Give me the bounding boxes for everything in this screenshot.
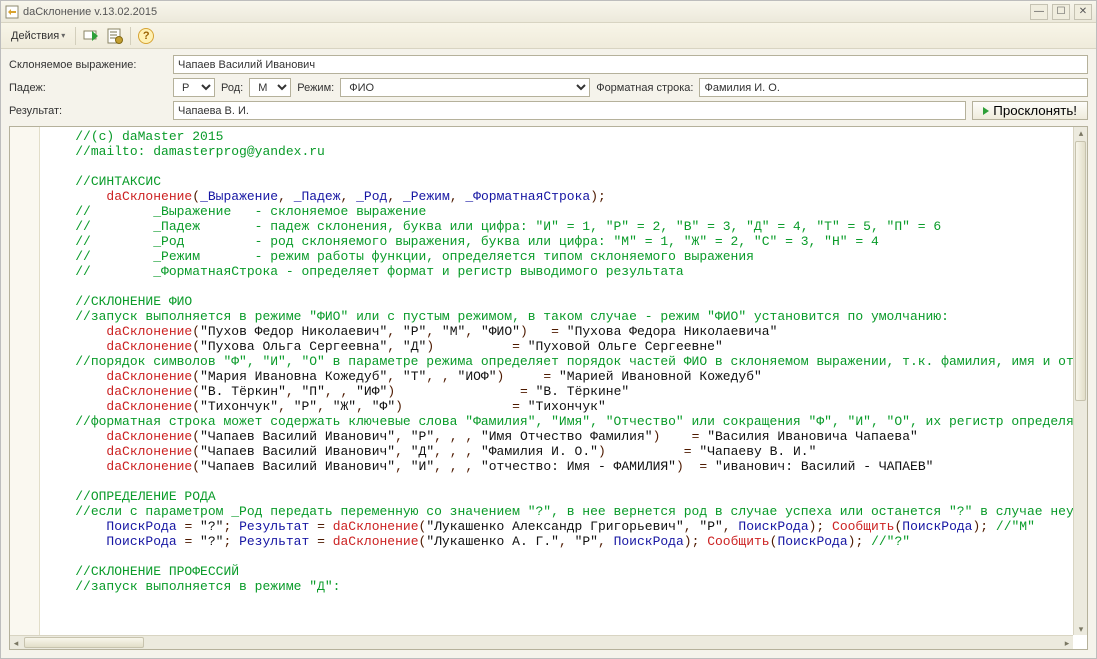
actions-menu[interactable]: Действия ▾	[7, 28, 69, 44]
window-title: daСклонение v.13.02.2015	[23, 6, 1030, 18]
padezh-label: Падеж:	[9, 82, 167, 94]
toolbar: Действия ▾ ?	[1, 23, 1096, 49]
scroll-down-icon[interactable]: ▾	[1075, 623, 1087, 635]
result-output[interactable]	[173, 101, 966, 120]
scroll-left-icon[interactable]: ◂	[10, 637, 22, 649]
editor-gutter	[10, 127, 40, 635]
minimize-button[interactable]: ―	[1030, 4, 1048, 20]
toolbar-separator-2	[130, 27, 131, 45]
rod-select[interactable]: М	[249, 78, 291, 97]
horizontal-scroll-thumb[interactable]	[24, 637, 144, 648]
code-editor[interactable]: //(c) daMaster 2015 //mailto: damasterpr…	[9, 126, 1088, 650]
help-icon: ?	[138, 28, 154, 44]
rezhim-label: Режим:	[297, 82, 334, 94]
expr-input[interactable]	[173, 55, 1088, 74]
actions-menu-label: Действия	[11, 30, 59, 42]
rezhim-select[interactable]: ФИО	[340, 78, 590, 97]
text-tool-button[interactable]	[106, 27, 124, 45]
chevron-down-icon: ▾	[61, 31, 65, 40]
toolbar-separator	[75, 27, 76, 45]
play-icon	[983, 107, 989, 115]
titlebar: daСклонение v.13.02.2015 ― ☐ ✕	[1, 1, 1096, 23]
window-controls: ― ☐ ✕	[1030, 4, 1092, 20]
horizontal-scrollbar[interactable]: ◂ ▸	[10, 635, 1073, 649]
code-content[interactable]: //(c) daMaster 2015 //mailto: damasterpr…	[40, 127, 1073, 635]
run-button[interactable]: Просклонять!	[972, 101, 1088, 120]
run-button-label: Просклонять!	[993, 103, 1077, 118]
app-window: daСклонение v.13.02.2015 ― ☐ ✕ Действия …	[0, 0, 1097, 659]
help-button[interactable]: ?	[137, 27, 155, 45]
form-area: Склоняемое выражение: Падеж: Р Род: М Ре…	[1, 49, 1096, 126]
vertical-scroll-thumb[interactable]	[1075, 141, 1086, 401]
vertical-scrollbar[interactable]: ▴ ▾	[1073, 127, 1087, 635]
result-label: Результат:	[9, 105, 167, 117]
scroll-right-icon[interactable]: ▸	[1061, 637, 1073, 649]
expr-label: Склоняемое выражение:	[9, 59, 167, 71]
formatstr-label: Форматная строка:	[596, 82, 693, 94]
formatstr-input[interactable]	[699, 78, 1088, 97]
padezh-select[interactable]: Р	[173, 78, 215, 97]
app-icon	[5, 5, 19, 19]
rod-label: Род:	[221, 82, 243, 94]
run-toolbar-button[interactable]	[82, 27, 100, 45]
maximize-button[interactable]: ☐	[1052, 4, 1070, 20]
scroll-up-icon[interactable]: ▴	[1075, 127, 1087, 139]
close-button[interactable]: ✕	[1074, 4, 1092, 20]
